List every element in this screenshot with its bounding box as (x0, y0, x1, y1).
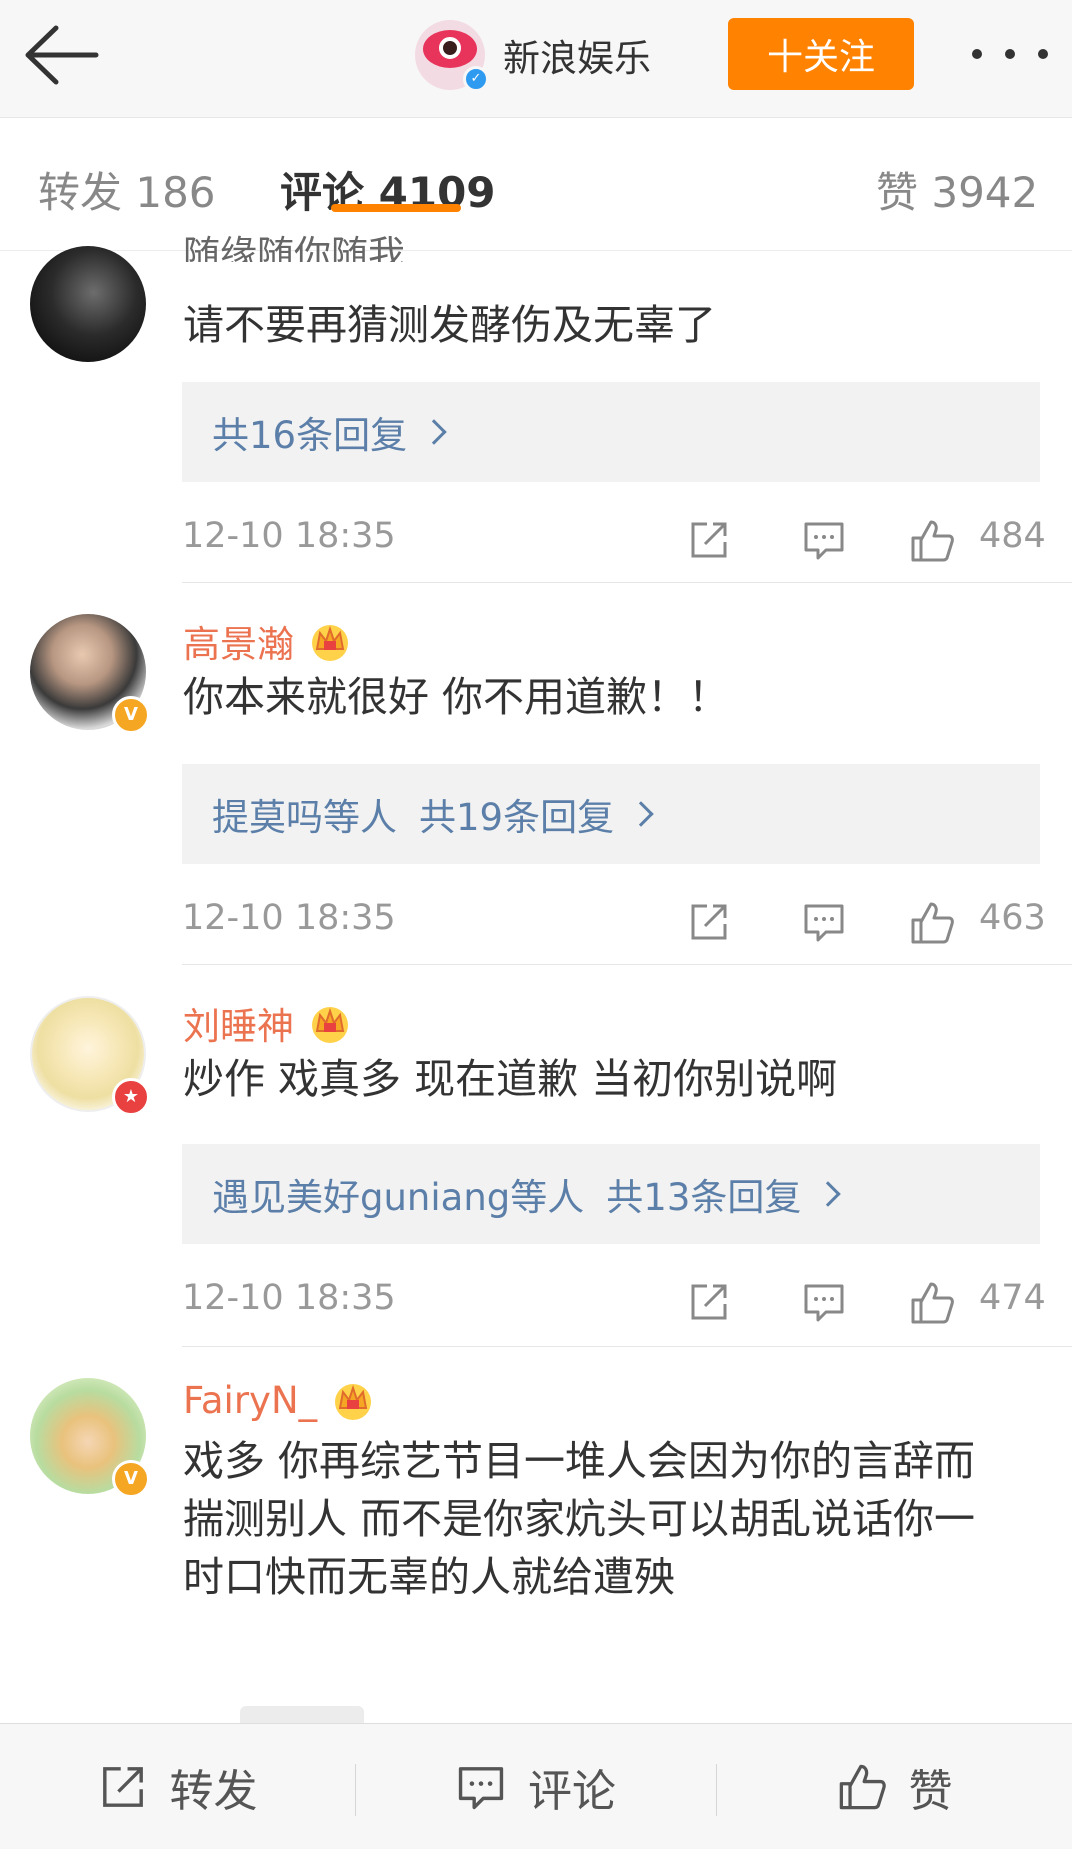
chevron-right-icon (815, 1181, 842, 1207)
star-badge-icon: ★ (112, 1078, 150, 1116)
comment-text: 戏多 你再综艺节目一堆人会因为你的言辞而揣测别人 而不是你家炕头可以胡乱说话你一… (183, 1437, 976, 1601)
verified-badge-icon: V (112, 696, 150, 734)
follow-button[interactable]: 十关注 (728, 18, 914, 90)
comment-label: 评论 (528, 1766, 616, 1817)
comment-icon (458, 1767, 504, 1810)
like-count: 474 (979, 1278, 1046, 1318)
verified-badge-icon: ✓ (463, 66, 489, 92)
comment-item: 随缘随你随我 请不要再猜测发酵伤及无辜了 共16条回复 12-10 18:35 … (0, 233, 1072, 582)
comment-text: 你本来就很好 你不用道歉！！ (183, 673, 730, 721)
chevron-right-icon (421, 419, 447, 445)
like-label: 赞 (908, 1766, 953, 1817)
back-arrow-icon (25, 25, 99, 85)
tab-likes[interactable]: 赞 3942 (876, 159, 1038, 220)
reply-summary[interactable]: 提莫吗等人 共19条回复 (182, 764, 1040, 864)
thumbs-up-icon[interactable] (909, 900, 955, 946)
share-icon[interactable] (687, 1280, 731, 1324)
verified-badge-icon: V (112, 1460, 150, 1498)
comment-button[interactable]: 评论 (356, 1724, 716, 1849)
username[interactable]: 刘睡神 (183, 996, 294, 1050)
avatar[interactable]: V (30, 1378, 150, 1498)
repost-label: 转发 (169, 1766, 258, 1817)
account-name[interactable]: 新浪娱乐 (503, 28, 651, 82)
comment-icon[interactable] (802, 1280, 846, 1324)
comment-text: 炒作 戏真多 现在道歉 当初你别说啊 (183, 1055, 838, 1103)
username[interactable]: 随缘随你随我 (183, 232, 583, 262)
avatar[interactable] (30, 246, 146, 362)
repost-icon (102, 1767, 143, 1807)
thumbs-up-icon[interactable] (909, 1280, 955, 1326)
divider (182, 964, 1072, 965)
username[interactable]: FairyN_ (183, 1379, 317, 1422)
reply-users[interactable]: 遇见美好guniang等人 (212, 1167, 584, 1221)
crown-vip-icon (312, 1007, 348, 1043)
comment-icon[interactable] (802, 900, 846, 944)
comment-meta: 12-10 18:35 474 (182, 1278, 1046, 1328)
chevron-right-icon (628, 801, 654, 827)
timestamp: 12-10 18:35 (182, 1278, 396, 1318)
comment-meta: 12-10 18:35 463 (182, 898, 1046, 948)
like-count: 484 (979, 516, 1046, 556)
divider (182, 1346, 1072, 1347)
bottom-action-bar: 转发 评论 赞 (0, 1723, 1072, 1849)
crown-vip-icon (335, 1384, 372, 1420)
divider (182, 582, 1072, 583)
timestamp: 12-10 18:35 (182, 516, 396, 556)
more-dots-icon[interactable] (972, 40, 1048, 68)
comment-meta: 12-10 18:35 484 (182, 516, 1046, 566)
share-icon[interactable] (687, 518, 731, 562)
comment-item: V FairyN_ 戏多 你再综艺节目一堆人会因为你的言辞而揣测别人 而不是你家… (0, 1368, 1072, 1688)
reply-count-link[interactable]: 共13条回复 (606, 1167, 801, 1221)
account-header[interactable]: ✓ 新浪娱乐 (415, 18, 651, 92)
reply-users[interactable]: 提莫吗等人 (212, 787, 397, 841)
comment-item: V 高景瀚 你本来就很好 你不用道歉！！ 提莫吗等人 共19条回复 12-10 … (0, 604, 1072, 964)
thumbs-up-icon[interactable] (909, 518, 955, 564)
avatar[interactable]: V (30, 614, 150, 734)
comment-icon[interactable] (802, 518, 846, 562)
reply-summary[interactable]: 遇见美好guniang等人 共13条回复 (182, 1144, 1040, 1244)
timestamp: 12-10 18:35 (182, 898, 396, 938)
account-avatar[interactable]: ✓ (415, 20, 489, 92)
crown-vip-icon (312, 625, 348, 661)
share-icon[interactable] (687, 900, 731, 944)
tab-repost[interactable]: 转发 186 (38, 159, 216, 220)
repost-button[interactable]: 转发 (0, 1724, 355, 1849)
like-count: 463 (979, 898, 1046, 938)
top-nav-bar: ✓ 新浪娱乐 十关注 (0, 0, 1072, 118)
username[interactable]: 高景瀚 (183, 614, 294, 668)
like-button[interactable]: 赞 (717, 1724, 1072, 1849)
comment-item: ★ 刘睡神 炒作 戏真多 现在道歉 当初你别说啊 遇见美好guniang等人 共… (0, 986, 1072, 1346)
back-button[interactable] (22, 22, 100, 88)
reply-count-link[interactable]: 共16条回复 (212, 405, 407, 459)
avatar[interactable]: ★ (30, 996, 150, 1116)
comment-text: 请不要再猜测发酵伤及无辜了 (183, 301, 716, 349)
reply-count-link[interactable]: 共19条回复 (419, 787, 614, 841)
thumbs-up-icon (839, 1764, 886, 1810)
reply-summary[interactable]: 共16条回复 (182, 382, 1040, 482)
active-tab-indicator (331, 204, 461, 212)
